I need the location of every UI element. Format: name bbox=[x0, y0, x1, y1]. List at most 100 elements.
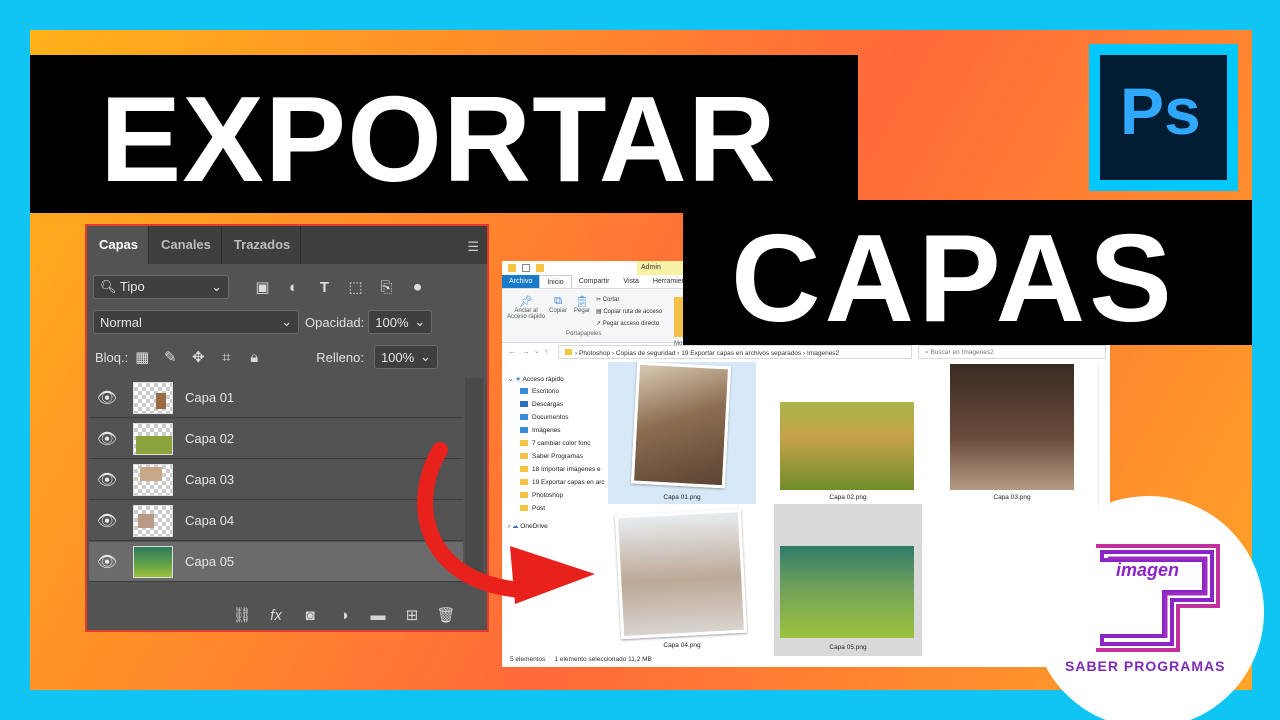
layer-name: Capa 01 bbox=[185, 390, 235, 405]
path-segment[interactable]: Copias de seguridad bbox=[616, 350, 676, 357]
opacity-input[interactable]: 100% ⌄ bbox=[368, 310, 433, 334]
tab-archivo[interactable]: Archivo bbox=[502, 275, 540, 288]
new-folder-icon[interactable] bbox=[536, 264, 544, 272]
tab-inicio[interactable]: Inicio bbox=[539, 275, 572, 288]
lock-position-icon[interactable]: ✥ bbox=[184, 348, 212, 366]
lock-artboard-icon[interactable]: ⌗ bbox=[212, 349, 240, 366]
fx-icon[interactable]: fx bbox=[265, 607, 287, 624]
title-line1: EXPORTAR bbox=[100, 71, 777, 207]
tab-capas[interactable]: Capas bbox=[87, 226, 150, 264]
scissors-icon: ✂ bbox=[596, 297, 602, 303]
filter-kind-select[interactable]: 🔍︎ Tipo ⌄ bbox=[93, 275, 229, 299]
properties-icon[interactable] bbox=[522, 264, 530, 272]
path-segment[interactable]: Imagenes2 bbox=[807, 350, 839, 357]
paste-shortcut-label: Pegar acceso directo bbox=[602, 321, 660, 327]
blend-row: Normal ⌄ Opacidad: 100% ⌄ bbox=[87, 305, 487, 339]
tab-vista[interactable]: Vista bbox=[616, 275, 645, 288]
search-icon: 🔍︎ bbox=[100, 279, 117, 294]
fill-value: 100% bbox=[380, 349, 415, 365]
lock-pixels-icon[interactable]: ✎ bbox=[156, 348, 184, 366]
file-thumbnail bbox=[630, 361, 732, 489]
forward-arrow-icon[interactable]: → bbox=[522, 347, 530, 356]
adjustment-filter-icon[interactable]: ◐ bbox=[278, 279, 309, 296]
tab-compartir[interactable]: Compartir bbox=[572, 275, 617, 288]
visibility-eye-icon[interactable]: 👁︎ bbox=[89, 429, 125, 449]
desktop-icon bbox=[520, 388, 528, 395]
file-name: Capa 04.png bbox=[663, 642, 701, 649]
layer-row-capa-02[interactable]: 👁︎ Capa 02 bbox=[89, 419, 463, 459]
fill-input[interactable]: 100% ⌄ bbox=[373, 345, 438, 369]
folder-icon bbox=[508, 264, 516, 272]
layer-thumbnail bbox=[133, 504, 173, 537]
adjustment-layer-icon[interactable]: ◑ bbox=[333, 607, 355, 624]
search-placeholder: Buscar en Imagenes2 bbox=[930, 349, 994, 356]
path-segment[interactable]: 19 Exportar capas en archivos separados bbox=[681, 350, 801, 357]
lock-transparency-icon[interactable]: ▦ bbox=[128, 348, 156, 366]
file-item-capa-01[interactable]: Capa 01.png bbox=[608, 361, 756, 504]
file-item-capa-03[interactable]: Capa 03.png bbox=[938, 362, 1086, 504]
nav-label: Imágenes bbox=[532, 427, 561, 434]
blend-mode-select[interactable]: Normal ⌄ bbox=[93, 310, 299, 334]
shape-filter-icon[interactable]: ⬚ bbox=[340, 278, 371, 296]
cut-button[interactable]: ✂ Cortar bbox=[596, 294, 662, 306]
panel-menu-icon[interactable]: ☰ bbox=[467, 239, 479, 255]
path-segment[interactable]: Photoshop bbox=[579, 350, 610, 357]
tab-trazados[interactable]: Trazados bbox=[222, 226, 302, 264]
file-item-capa-04[interactable]: Capa 04.png bbox=[608, 508, 756, 650]
copy-path-button[interactable]: ▤ Copiar ruta de acceso bbox=[596, 306, 662, 318]
documents-icon bbox=[520, 414, 528, 421]
paste-button[interactable]: 📋︎ Pegar bbox=[572, 295, 592, 314]
nav-item-documentos[interactable]: Documentos bbox=[520, 414, 569, 421]
pin-icon: 📌︎ bbox=[519, 296, 533, 308]
filter-toggle-icon[interactable]: ⏺ bbox=[402, 279, 433, 296]
photoshop-logo-text: Ps bbox=[1120, 74, 1201, 148]
chevron-down-icon: ⌄ bbox=[414, 314, 426, 329]
layer-name: Capa 03 bbox=[185, 472, 235, 487]
paste-icon: 📋︎ bbox=[575, 296, 589, 308]
title-banner-line1: EXPORTAR bbox=[30, 55, 858, 213]
path-icon: ▤ bbox=[596, 309, 602, 315]
selection-info: 1 elemento seleccionado 11,2 MB bbox=[554, 656, 652, 663]
type-filter-icon[interactable]: T bbox=[309, 279, 340, 296]
layer-name: Capa 05 bbox=[185, 554, 235, 569]
paste-shortcut-button[interactable]: ↗ Pegar acceso directo bbox=[596, 318, 662, 330]
recent-chevron-icon[interactable]: ⌄ bbox=[534, 347, 540, 355]
lock-row: Bloq.: ▦ ✎ ✥ ⌗ 🔒︎ Relleno: 100% ⌄ bbox=[87, 340, 487, 374]
opacity-value: 100% bbox=[375, 314, 409, 330]
pin-label: Anclar al Acceso rápido bbox=[506, 308, 546, 320]
lock-label: Bloq.: bbox=[95, 349, 129, 365]
layer-row-capa-03[interactable]: 👁︎ Capa 03 bbox=[89, 460, 463, 500]
visibility-eye-icon[interactable]: 👁︎ bbox=[89, 388, 125, 408]
file-item-capa-02[interactable]: Capa 02.png bbox=[774, 362, 922, 504]
clipboard-actions: ✂ Cortar ▤ Copiar ruta de acceso ↗ Pegar… bbox=[596, 294, 662, 330]
layer-row-capa-04[interactable]: 👁︎ Capa 04 bbox=[89, 501, 463, 541]
visibility-eye-icon[interactable]: 👁︎ bbox=[89, 470, 125, 490]
new-group-icon[interactable]: ▬ bbox=[367, 607, 389, 624]
smart-object-filter-icon[interactable]: ⎘ bbox=[371, 279, 402, 296]
copy-button[interactable]: ⧉ Copiar bbox=[548, 295, 568, 314]
back-arrow-icon[interactable]: ← bbox=[508, 347, 516, 356]
visibility-eye-icon[interactable]: 👁︎ bbox=[89, 511, 125, 531]
link-layers-icon[interactable]: ⛓︎ bbox=[231, 606, 253, 624]
nav-item-descargas[interactable]: Descargas bbox=[520, 401, 563, 408]
nav-item-imagenes[interactable]: Imágenes bbox=[520, 427, 561, 434]
file-item-capa-05[interactable]: Capa 05.png bbox=[774, 504, 922, 656]
up-arrow-icon[interactable]: ↑ bbox=[544, 347, 548, 356]
photoshop-logo: Ps bbox=[1089, 44, 1238, 191]
layer-row-capa-01[interactable]: 👁︎ Capa 01 bbox=[89, 378, 463, 418]
tab-canales[interactable]: Canales bbox=[149, 226, 222, 264]
paste-label: Pegar bbox=[573, 308, 590, 314]
visibility-eye-icon[interactable]: 👁︎ bbox=[89, 552, 125, 572]
panel-tabs: Capas Canales Trazados ☰ bbox=[87, 226, 487, 264]
pin-button[interactable]: 📌︎ Anclar al Acceso rápido bbox=[506, 295, 546, 320]
download-icon bbox=[520, 401, 528, 408]
nav-quick-access[interactable]: ⌄ ★ Acceso rápido bbox=[508, 375, 564, 383]
add-mask-icon[interactable]: ◙ bbox=[299, 607, 321, 624]
search-icon: ⌕ bbox=[925, 349, 929, 356]
file-thumbnail bbox=[950, 364, 1074, 490]
lock-all-icon[interactable]: 🔒︎ bbox=[240, 349, 268, 366]
nav-item-escritorio[interactable]: Escritorio bbox=[520, 388, 559, 395]
layer-row-capa-05[interactable]: 👁︎ Capa 05 bbox=[89, 542, 463, 582]
layer-thumbnail bbox=[133, 381, 173, 414]
image-filter-icon[interactable]: ▣ bbox=[247, 278, 278, 296]
